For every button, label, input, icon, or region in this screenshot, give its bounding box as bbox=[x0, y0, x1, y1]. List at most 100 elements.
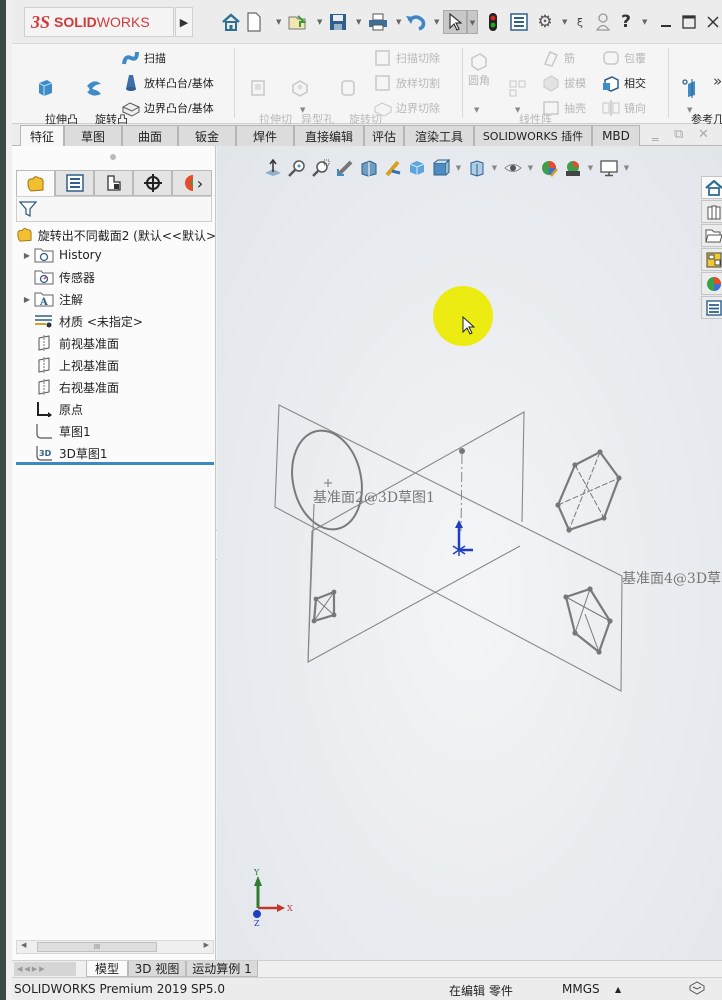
reference-geometry-dropdown[interactable]: ▼ bbox=[687, 106, 692, 114]
boundary-boss-button[interactable]: 边界凸台/基体 bbox=[122, 99, 214, 117]
command-manager-tabs: 特征 草图 曲面 钣金 焊件 直接编辑 评估 渲染工具 SOLIDWORKS 插… bbox=[12, 124, 722, 146]
print-icon[interactable] bbox=[367, 10, 389, 34]
tab-model[interactable]: 模型 bbox=[86, 961, 128, 977]
tab-3d-views[interactable]: 3D 视图 bbox=[128, 961, 186, 977]
save-icon[interactable] bbox=[328, 10, 348, 34]
doc-close-icon[interactable]: ✕ bbox=[698, 127, 709, 142]
dimxpert-manager-tab[interactable] bbox=[133, 170, 172, 196]
open-icon[interactable] bbox=[288, 10, 310, 34]
maximize-icon[interactable] bbox=[680, 10, 698, 34]
rib-button[interactable]: 筋 bbox=[542, 49, 575, 67]
tab-direct-editing[interactable]: 直接编辑 bbox=[294, 125, 364, 146]
sweep-cut-button[interactable]: 扫描切除 bbox=[374, 49, 440, 67]
configuration-manager-tab[interactable] bbox=[94, 170, 133, 196]
tab-evaluate[interactable]: 评估 bbox=[364, 125, 404, 146]
doc-restore-icon[interactable]: ⧉ bbox=[674, 127, 683, 142]
help-icon[interactable]: ? bbox=[618, 10, 634, 34]
undo-icon[interactable] bbox=[405, 10, 427, 34]
tree-item-front-plane[interactable]: 前视基准面 bbox=[12, 333, 212, 353]
unit-system-arrow[interactable]: ▲ bbox=[615, 985, 621, 994]
sweep-button[interactable]: 扫描 bbox=[122, 49, 166, 67]
select-dropdown[interactable]: ▼ bbox=[467, 10, 478, 34]
close-icon[interactable] bbox=[704, 10, 722, 34]
appearances-icon[interactable] bbox=[701, 272, 722, 295]
solidworks-logo[interactable]: 3S SOLID WORKS bbox=[24, 7, 174, 37]
unit-system[interactable]: MMGS bbox=[562, 982, 600, 996]
tab-render-tools[interactable]: 渲染工具 bbox=[404, 125, 474, 146]
expand-arrow-icon[interactable]: ▶ bbox=[20, 295, 34, 304]
rollback-bar[interactable] bbox=[16, 462, 214, 465]
select-icon[interactable] bbox=[443, 10, 467, 34]
loft-cut-button[interactable]: 放样切割 bbox=[374, 74, 440, 92]
open-dropdown[interactable]: ▼ bbox=[317, 18, 322, 26]
panel-horizontal-scrollbar[interactable]: ◀ III ▶ bbox=[16, 940, 214, 954]
intersect-button[interactable]: 相交 bbox=[602, 74, 646, 92]
user-icon[interactable] bbox=[594, 10, 612, 34]
tab-surfaces[interactable]: 曲面 bbox=[122, 125, 178, 146]
options-icon[interactable]: ⚙ bbox=[535, 10, 555, 34]
tab-mbd[interactable]: MBD bbox=[592, 125, 640, 146]
tab-features[interactable]: 特征 bbox=[20, 125, 64, 146]
tree-item-sketch1[interactable]: 草图1 bbox=[12, 421, 212, 441]
feature-manager-tab[interactable] bbox=[16, 170, 55, 196]
options-dropdown[interactable]: ▼ bbox=[562, 18, 567, 26]
tree-item-annotations[interactable]: ▶ A 注解 bbox=[12, 289, 212, 309]
tab-sketch[interactable]: 草图 bbox=[64, 125, 122, 146]
undo-dropdown[interactable]: ▼ bbox=[434, 18, 439, 26]
scroll-left-arrow[interactable]: ◀ bbox=[21, 941, 26, 949]
new-dropdown[interactable]: ▼ bbox=[276, 18, 281, 26]
rebuild-icon[interactable] bbox=[485, 10, 501, 34]
tree-item-right-plane[interactable]: 右视基准面 bbox=[12, 377, 212, 397]
filter-bar[interactable] bbox=[16, 196, 212, 222]
tab-solidworks-addins[interactable]: SOLIDWORKS 插件 bbox=[474, 125, 592, 146]
tree-item-sensors[interactable]: 传感器 bbox=[12, 267, 212, 287]
home-icon[interactable] bbox=[220, 10, 242, 34]
tree-item-label: 前视基准面 bbox=[59, 336, 120, 351]
doc-minimize-icon[interactable]: ‗ bbox=[652, 127, 659, 142]
tab-weldments[interactable]: 焊件 bbox=[236, 125, 294, 146]
boundary-cut-button[interactable]: 边界切除 bbox=[374, 99, 440, 117]
hole-wizard-dropdown[interactable]: ▼ bbox=[300, 106, 305, 114]
tree-item-3d-sketch1[interactable]: 3D 3D草图1 bbox=[12, 443, 212, 463]
file-properties-icon[interactable] bbox=[509, 10, 529, 34]
panel-grip[interactable] bbox=[110, 154, 116, 160]
tab-scroll-arrows[interactable]: ◀◀▶▶ bbox=[14, 962, 76, 976]
solidworks-resources-icon[interactable] bbox=[701, 176, 722, 199]
help-dropdown[interactable]: ▼ bbox=[642, 18, 647, 26]
mirror-button[interactable]: 镜向 bbox=[602, 99, 646, 117]
draft-button[interactable]: 拔模 bbox=[542, 74, 586, 92]
more-tabs-arrow[interactable]: › bbox=[197, 174, 203, 193]
view-palette-icon[interactable] bbox=[701, 248, 722, 271]
expand-arrow-icon[interactable]: ▶ bbox=[20, 251, 34, 260]
scroll-thumb[interactable]: III bbox=[37, 942, 157, 952]
tab-motion-study-1[interactable]: 运动算例 1 bbox=[186, 961, 258, 977]
graphics-area[interactable]: ▼ ▼ ▼ ▼ ▼ 基准面2@3D草图1 基准面4@3D草 Y X Z bbox=[217, 146, 722, 960]
tree-item-material[interactable]: 材质 <未指定> bbox=[12, 311, 212, 331]
rebuild-status-icon[interactable] bbox=[688, 980, 706, 999]
tree-root-part[interactable]: 旋转出不同截面2 (默认<<默认> bbox=[16, 226, 216, 244]
minimize-icon[interactable] bbox=[657, 10, 675, 34]
scroll-right-arrow[interactable]: ▶ bbox=[204, 941, 209, 949]
tree-item-history[interactable]: ▶ History bbox=[12, 245, 212, 265]
tree-item-origin[interactable]: 原点 bbox=[12, 399, 212, 419]
save-dropdown[interactable]: ▼ bbox=[356, 18, 361, 26]
search-commands-icon[interactable]: ξ bbox=[572, 10, 588, 34]
linear-pattern-dropdown[interactable]: ▼ bbox=[515, 106, 520, 114]
display-manager-tab[interactable]: › bbox=[172, 170, 212, 196]
more-commands-button[interactable]: » bbox=[713, 72, 722, 90]
new-document-icon[interactable] bbox=[244, 10, 264, 34]
menu-expand-button[interactable]: ▶ bbox=[175, 7, 193, 37]
custom-properties-icon[interactable] bbox=[701, 296, 722, 319]
fillet-dropdown[interactable]: ▼ bbox=[474, 106, 479, 114]
shell-button[interactable]: 抽壳 bbox=[542, 99, 586, 117]
tab-sheet-metal[interactable]: 钣金 bbox=[178, 125, 236, 146]
fillet-button[interactable]: 圆角 bbox=[464, 52, 494, 87]
wrap-button[interactable]: 包覆 bbox=[602, 49, 646, 67]
property-manager-tab[interactable] bbox=[55, 170, 94, 196]
sweep-label: 扫描 bbox=[144, 52, 166, 65]
print-dropdown[interactable]: ▼ bbox=[396, 18, 401, 26]
loft-boss-button[interactable]: 放样凸台/基体 bbox=[122, 74, 214, 92]
tree-item-top-plane[interactable]: 上视基准面 bbox=[12, 355, 212, 375]
design-library-icon[interactable] bbox=[701, 200, 722, 223]
file-explorer-icon[interactable] bbox=[701, 224, 722, 247]
